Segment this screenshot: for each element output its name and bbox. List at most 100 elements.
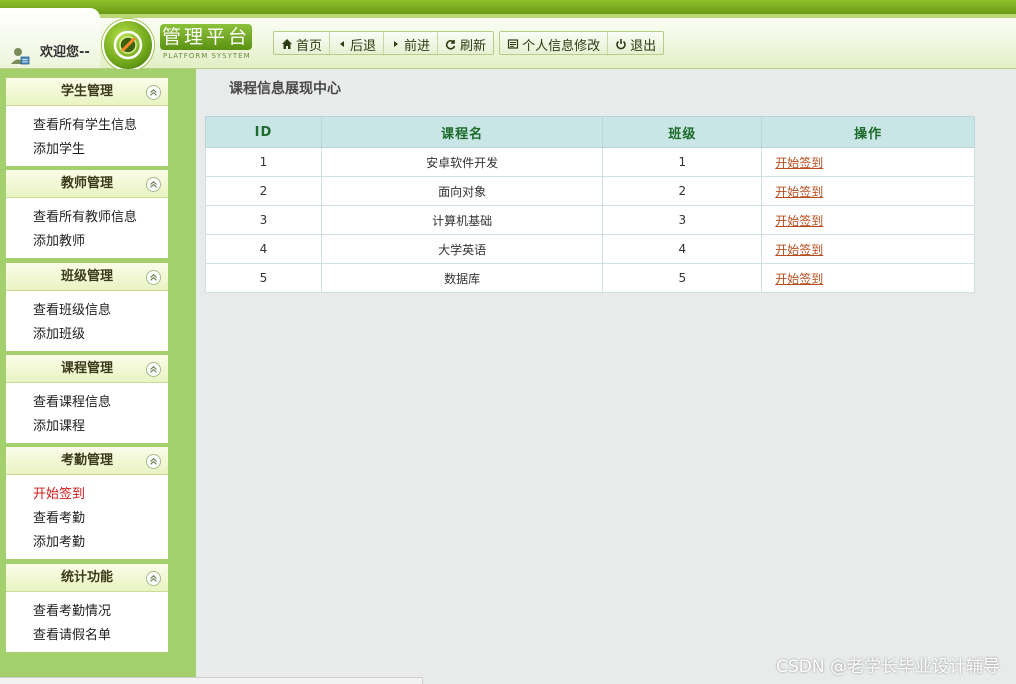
refresh-icon [445,40,456,50]
panel-student-title: 学生管理 [60,84,113,99]
sidebar-item-add-attendance[interactable]: 添加考勤 [6,531,168,555]
panel-teacher-header[interactable]: 教师管理 [6,170,168,198]
collapse-icon[interactable] [146,270,161,285]
cell-action: 开始签到 [761,147,975,177]
sidebar-item-view-attendance[interactable]: 查看考勤 [6,507,168,531]
cell-action: 开始签到 [761,176,975,206]
panel-statistics: 统计功能 查看考勤情况 查看请假名单 [6,564,168,652]
panel-attendance-title: 考勤管理 [60,453,113,468]
sidebar-item-view-classes[interactable]: 查看班级信息 [6,299,168,323]
collapse-icon[interactable] [146,571,161,586]
back-icon [340,41,345,47]
column-header-id: ID [205,116,322,148]
start-signin-link[interactable]: 开始签到 [775,214,823,228]
panel-course-title: 课程管理 [60,361,113,376]
panel-student-header[interactable]: 学生管理 [6,78,168,106]
logo-subtitle: PLATFORM SYSYTEM [163,52,251,60]
sidebar-item-view-students[interactable]: 查看所有学生信息 [6,114,168,138]
sidebar-item-attendance-stats[interactable]: 查看考勤情况 [6,600,168,624]
welcome-box: 欢迎您-- [0,8,100,68]
panel-statistics-title: 统计功能 [60,570,113,585]
home-icon [282,39,292,49]
sidebar-item-view-courses[interactable]: 查看课程信息 [6,391,168,415]
nav-forward-label: 前进 [404,38,431,54]
cell-action: 开始签到 [761,263,975,293]
cell-course-name: 大学英语 [320,234,604,264]
nav-profile-label: 个人信息修改 [522,38,601,54]
panel-student: 学生管理 查看所有学生信息 添加学生 [6,78,168,166]
panel-class-title: 班级管理 [60,269,113,284]
page-title: 课程信息展现中心 [229,81,341,97]
logo-title-box: 管理平台 [160,24,252,50]
cell-course-name: 数据库 [320,263,604,293]
table-row: 5 数据库 5 开始签到 [205,263,975,293]
user-icon [10,46,30,66]
start-signin-link[interactable]: 开始签到 [775,243,823,257]
panel-attendance-header[interactable]: 考勤管理 [6,447,168,475]
panel-teacher-title: 教师管理 [60,176,113,191]
panel-class: 班级管理 查看班级信息 添加班级 [6,263,168,351]
sidebar-item-add-teacher[interactable]: 添加教师 [6,230,168,254]
collapse-icon[interactable] [146,177,161,192]
forward-icon [394,41,399,47]
panel-teacher: 教师管理 查看所有教师信息 添加教师 [6,170,168,258]
collapse-icon[interactable] [146,454,161,469]
cell-id: 3 [205,205,322,235]
cell-action: 开始签到 [761,205,975,235]
top-nav: 首页 后退 前进 刷新 个人信息修改 退出 [273,31,669,56]
panel-course: 课程管理 查看课程信息 添加课程 [6,355,168,443]
panel-statistics-header[interactable]: 统计功能 [6,564,168,592]
nav-logout-label: 退出 [630,38,657,54]
nav-home-button[interactable]: 首页 [274,32,331,56]
nav-forward-button[interactable]: 前进 [384,32,439,56]
cell-course-name: 面向对象 [320,176,604,206]
sidebar-item-add-student[interactable]: 添加学生 [6,138,168,162]
cell-id: 2 [205,176,322,206]
start-signin-link[interactable]: 开始签到 [775,272,823,286]
column-header-action: 操作 [761,116,975,148]
start-signin-link[interactable]: 开始签到 [775,185,823,199]
cell-class: 1 [602,147,763,177]
cell-action: 开始签到 [761,234,975,264]
cell-course-name: 计算机基础 [320,205,604,235]
cell-id: 5 [205,263,322,293]
cell-id: 1 [205,147,322,177]
profile-icon [507,39,519,49]
nav-refresh-label: 刷新 [460,38,487,54]
panel-attendance: 考勤管理 开始签到 查看考勤 添加考勤 [6,447,168,559]
column-header-course-name: 课程名 [320,116,604,148]
sidebar-item-start-signin[interactable]: 开始签到 [6,483,168,507]
nav-home-label: 首页 [296,38,323,54]
sidebar-item-add-class[interactable]: 添加班级 [6,323,168,347]
nav-back-button[interactable]: 后退 [330,32,385,56]
panel-class-header[interactable]: 班级管理 [6,263,168,291]
cell-class: 2 [602,176,763,206]
logo-title: 管理平台 [161,26,250,48]
cell-course-name: 安卓软件开发 [320,147,604,177]
header-stripe [96,14,1016,18]
collapse-icon[interactable] [146,362,161,377]
table-row: 2 面向对象 2 开始签到 [205,176,975,206]
sidebar-item-leave-list[interactable]: 查看请假名单 [6,624,168,648]
top-header: 欢迎您-- 管理平台 PLATFORM SYSYTEM 首页 后退 前进 刷新 … [0,0,1016,71]
table-header-row: ID 课程名 班级 操作 [205,116,975,148]
watermark: CSDN @老学长毕业设计辅导 [776,657,1000,677]
cell-class: 4 [602,234,763,264]
course-table: ID 课程名 班级 操作 1 安卓软件开发 1 开始签到 2 面向对象 2 开始… [205,116,975,293]
sidebar-item-add-course[interactable]: 添加课程 [6,415,168,439]
nav-profile-button[interactable]: 个人信息修改 [500,32,609,56]
nav-back-label: 后退 [350,38,377,54]
nav-logout-button[interactable]: 退出 [608,32,663,56]
cell-id: 4 [205,234,322,264]
start-signin-link[interactable]: 开始签到 [775,156,823,170]
logo-icon [102,19,154,71]
power-icon [616,39,626,50]
panel-course-header[interactable]: 课程管理 [6,355,168,383]
collapse-icon[interactable] [146,85,161,100]
nav-refresh-button[interactable]: 刷新 [438,32,493,56]
table-row: 1 安卓软件开发 1 开始签到 [205,147,975,177]
column-header-class: 班级 [602,116,763,148]
cell-class: 3 [602,205,763,235]
header-top-bar [0,0,1016,14]
sidebar-item-view-teachers[interactable]: 查看所有教师信息 [6,206,168,230]
